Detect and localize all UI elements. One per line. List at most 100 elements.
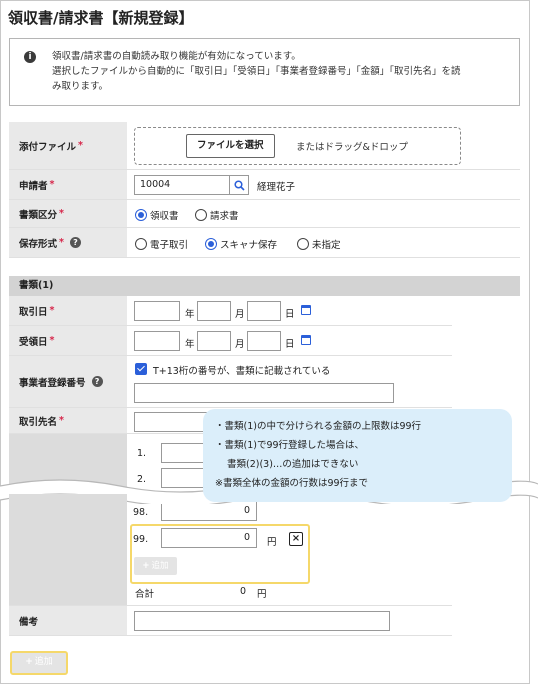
attachment-row: 添付ファイル * ファイルを選択 またはドラッグ&ドロップ <box>9 122 520 170</box>
applicant-search-button[interactable] <box>229 175 249 195</box>
tooltip-line-2: ・書類(1)で99行登録した場合は、 <box>215 440 365 451</box>
radio-receipt[interactable]: 領収書 <box>135 208 179 222</box>
radio-selected-icon <box>135 209 147 221</box>
attachment-label-text: 添付ファイル <box>19 141 77 153</box>
month-unit: 月 <box>235 339 245 350</box>
calendar-icon[interactable] <box>301 305 311 315</box>
required-mark: * <box>59 415 64 426</box>
info-line-1: 領収書/請求書の自動読み取り機能が有効になっています。 <box>52 51 301 62</box>
remarks-label-text: 備考 <box>19 616 39 628</box>
trade-date-row: 取引日 * 年 月 日 <box>9 296 452 326</box>
radio-unselected-icon <box>195 209 207 221</box>
registration-cell: T+13桁の番号が、書類に記載されている <box>127 356 452 407</box>
radio-unspecified-label: 未指定 <box>312 240 341 251</box>
add-document-label: 追加 <box>34 657 53 667</box>
applicant-code-input[interactable]: 10004 <box>134 175 230 195</box>
attachment-cell: ファイルを選択 またはドラッグ&ドロップ <box>127 122 520 169</box>
storage-label: 保存形式 *? <box>9 228 127 257</box>
tooltip-line-3: 書類(2)(3)…の追加はできない <box>227 459 359 470</box>
received-date-label-text: 受領日 <box>19 336 48 348</box>
radio-scanner[interactable]: スキャナ保存 <box>205 237 277 251</box>
radio-unselected-icon <box>135 238 147 250</box>
doc-type-label: 書類区分 * <box>9 200 127 227</box>
radio-electronic[interactable]: 電子取引 <box>135 237 188 251</box>
info-box: i 領収書/請求書の自動読み取り機能が有効になっています。 選択したファイルから… <box>9 38 520 106</box>
total-unit: 円 <box>257 589 267 600</box>
add-document-button[interactable]: + 追加 <box>10 651 68 675</box>
radio-unselected-icon <box>297 238 309 250</box>
radio-selected-icon <box>205 238 217 250</box>
limit-tooltip: ・書類(1)の中で分けられる金額の上限数は99行 ・書類(1)で99行登録した場… <box>203 409 512 502</box>
amounts-label-lower <box>9 494 127 602</box>
radio-unspecified[interactable]: 未指定 <box>297 237 341 251</box>
info-line-2: 選択したファイルから自動的に「取引日」「受領日」「事業者登録番号」「金額」「取引… <box>52 66 461 77</box>
trade-date-label: 取引日 * <box>9 296 127 325</box>
remarks-label: 備考 <box>9 606 127 635</box>
help-icon[interactable]: ? <box>69 237 81 248</box>
applicant-row: 申請者 * 10004 経理花子 <box>9 170 520 200</box>
month-unit: 月 <box>235 309 245 320</box>
file-dropzone[interactable]: ファイルを選択 またはドラッグ&ドロップ <box>134 127 461 165</box>
vendor-label: 取引先名 * <box>9 408 127 433</box>
amount-row-number: 98. <box>133 507 149 518</box>
drop-hint: またはドラッグ&ドロップ <box>296 142 408 153</box>
tooltip-line-1: ・書類(1)の中で分けられる金額の上限数は99行 <box>215 421 422 432</box>
received-year-input[interactable] <box>134 331 180 351</box>
registration-label: 事業者登録番号? <box>9 356 127 407</box>
day-unit: 日 <box>285 339 295 350</box>
doc-type-cell: 領収書 請求書 <box>127 200 520 227</box>
help-icon[interactable]: ? <box>91 376 103 387</box>
storage-row: 保存形式 *? 電子取引 スキャナ保存 未指定 <box>9 228 520 258</box>
day-unit: 日 <box>285 309 295 320</box>
received-date-row: 受領日 * 年 月 日 <box>9 326 452 356</box>
page-title: 領収書/請求書【新規登録】 <box>8 9 194 27</box>
applicant-cell: 10004 経理花子 <box>127 170 520 199</box>
received-day-input[interactable] <box>247 331 281 351</box>
registration-checkbox-label: T+13桁の番号が、書類に記載されている <box>153 366 331 377</box>
applicant-name: 経理花子 <box>257 182 296 193</box>
total-label: 合計 <box>135 589 155 600</box>
remarks-input[interactable] <box>134 611 390 631</box>
trade-day-input[interactable] <box>247 301 281 321</box>
received-month-input[interactable] <box>197 331 231 351</box>
required-mark: * <box>78 140 83 151</box>
choose-file-button[interactable]: ファイルを選択 <box>186 134 275 158</box>
applicant-label-text: 申請者 <box>19 180 48 192</box>
received-date-label: 受領日 * <box>9 326 127 355</box>
doc-type-label-text: 書類区分 <box>19 209 58 221</box>
remarks-cell <box>127 606 452 635</box>
radio-invoice-label: 請求書 <box>210 211 239 222</box>
radio-receipt-label: 領収書 <box>150 211 179 222</box>
total-value: 0 <box>240 586 247 597</box>
amount-row-number: 1. <box>137 448 147 459</box>
registration-label-text: 事業者登録番号 <box>19 377 86 389</box>
registration-checkbox[interactable] <box>135 363 147 375</box>
calendar-icon[interactable] <box>301 335 311 345</box>
trade-year-input[interactable] <box>134 301 180 321</box>
applicant-label: 申請者 * <box>9 170 127 199</box>
radio-invoice[interactable]: 請求書 <box>195 208 239 222</box>
year-unit: 年 <box>185 339 195 350</box>
amount-input-98[interactable]: 0 <box>161 501 257 521</box>
storage-label-text: 保存形式 <box>19 238 58 250</box>
attachment-label: 添付ファイル * <box>9 122 127 169</box>
required-mark: * <box>59 237 64 248</box>
registration-number-input[interactable] <box>134 383 394 403</box>
trade-date-label-text: 取引日 <box>19 306 48 318</box>
required-mark: * <box>59 208 64 219</box>
storage-cell: 電子取引 スキャナ保存 未指定 <box>127 228 520 257</box>
trade-month-input[interactable] <box>197 301 231 321</box>
plus-icon: + <box>25 657 33 667</box>
highlight-row-99 <box>130 524 310 584</box>
required-mark: * <box>49 335 55 346</box>
registration-row: 事業者登録番号? T+13桁の番号が、書類に記載されている <box>9 356 452 408</box>
remarks-row: 備考 <box>9 606 452 636</box>
radio-scanner-label: スキャナ保存 <box>220 240 278 251</box>
received-date-cell: 年 月 日 <box>127 326 452 355</box>
year-unit: 年 <box>185 309 195 320</box>
radio-electronic-label: 電子取引 <box>150 240 189 251</box>
document-section-header: 書類(1) <box>9 276 520 296</box>
amount-input-1[interactable] <box>161 443 205 463</box>
info-line-3: み取ります。 <box>52 81 109 92</box>
tooltip-line-4: ※書類全体の金額の行数は99行まで <box>215 478 369 489</box>
